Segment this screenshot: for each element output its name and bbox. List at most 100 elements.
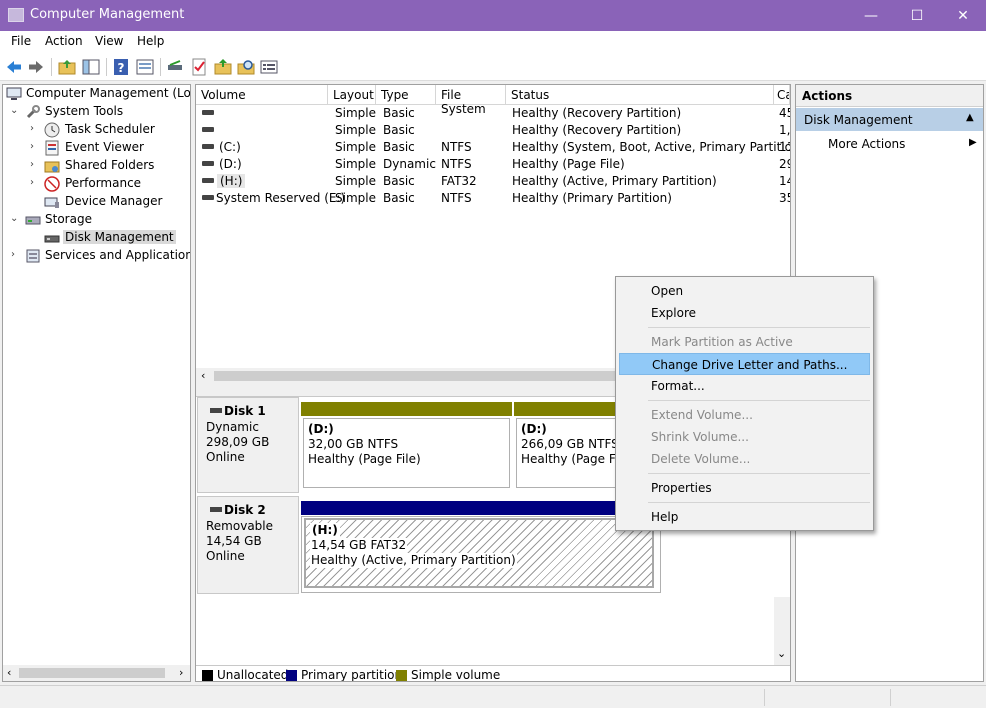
menu-item-open[interactable]: Open bbox=[619, 280, 870, 302]
volume-capacity: 1,0 bbox=[779, 123, 791, 137]
partition-d-32gb[interactable]: (D:) 32,00 GB NTFS Healthy (Page File) bbox=[303, 418, 510, 488]
tree-item-event-viewer[interactable]: › Event Viewer bbox=[3, 139, 190, 157]
connect-icon[interactable] bbox=[166, 58, 184, 76]
tree-item-performance[interactable]: › Performance bbox=[3, 175, 190, 193]
volume-row[interactable]: Simple Basic Healthy (Recovery Partition… bbox=[196, 105, 790, 122]
collapse-icon[interactable]: ▲ bbox=[966, 112, 974, 123]
menu-action[interactable]: Action bbox=[45, 34, 83, 48]
volume-row[interactable]: Simple Basic Healthy (Recovery Partition… bbox=[196, 122, 790, 139]
menu-item-explore[interactable]: Explore bbox=[619, 302, 870, 324]
properties-icon[interactable] bbox=[136, 58, 154, 76]
chevron-right-icon[interactable]: › bbox=[30, 141, 40, 152]
chevron-right-icon[interactable]: › bbox=[30, 159, 40, 170]
scrollbar-thumb[interactable] bbox=[214, 371, 634, 381]
volume-status: Healthy (Recovery Partition) bbox=[512, 123, 682, 137]
menu-view[interactable]: View bbox=[95, 34, 123, 48]
show-hide-tree-icon[interactable] bbox=[82, 58, 100, 76]
disk-management-icon bbox=[44, 235, 60, 243]
column-header-status[interactable]: Status bbox=[506, 85, 774, 105]
tree-item-label: Device Manager bbox=[65, 194, 163, 208]
scroll-left-icon[interactable]: ‹ bbox=[201, 369, 205, 382]
tree-item-device-manager[interactable]: Device Manager bbox=[3, 193, 190, 211]
context-menu: Open Explore Mark Partition as Active Ch… bbox=[615, 276, 874, 531]
column-header-type[interactable]: Type bbox=[376, 85, 436, 105]
volume-row[interactable]: (D:) Simple Dynamic NTFS Healthy (Page F… bbox=[196, 156, 790, 173]
volume-row[interactable]: (H:) Simple Basic FAT32 Healthy (Active,… bbox=[196, 173, 790, 190]
menu-file[interactable]: File bbox=[11, 34, 31, 48]
forward-arrow-icon[interactable] bbox=[27, 58, 45, 76]
disk-name: Disk 2 bbox=[224, 503, 266, 517]
status-bar bbox=[0, 685, 986, 708]
maximize-button[interactable]: ☐ bbox=[894, 0, 940, 31]
chevron-right-icon[interactable]: › bbox=[11, 249, 21, 260]
back-arrow-icon[interactable] bbox=[5, 58, 23, 76]
chevron-right-icon[interactable]: › bbox=[30, 123, 40, 134]
partition-h-selected[interactable]: (H:) 14,54 GB FAT32 Healthy (Active, Pri… bbox=[304, 518, 654, 588]
disk-2-header[interactable]: Disk 2 Removable 14,54 GB Online bbox=[197, 496, 299, 594]
scroll-down-icon[interactable]: ⌄ bbox=[777, 647, 786, 660]
window-title: Computer Management bbox=[30, 7, 185, 22]
tree-item-shared-folders[interactable]: › Shared Folders bbox=[3, 157, 190, 175]
disk-state: Online bbox=[206, 450, 245, 464]
partition-d-266gb[interactable]: (D:) 266,09 GB NTFS Healthy (Page File bbox=[516, 418, 622, 488]
simple-volume-bar bbox=[514, 402, 624, 416]
folder-up-icon[interactable] bbox=[214, 58, 232, 76]
volume-row[interactable]: System Reserved (E:) Simple Basic NTFS H… bbox=[196, 190, 790, 207]
chevron-right-icon[interactable]: › bbox=[30, 177, 40, 188]
chevron-down-icon[interactable]: ⌄ bbox=[10, 105, 20, 116]
disk-kind: Removable bbox=[206, 519, 274, 533]
volume-capacity: 14 bbox=[779, 174, 790, 188]
volume-file-system: NTFS bbox=[441, 157, 472, 171]
legend-simple-volume: Simple volume bbox=[411, 668, 501, 682]
primary-partition-swatch bbox=[286, 670, 297, 681]
volume-capacity: 35 bbox=[779, 191, 790, 205]
menu-item-shrink-volume: Shrink Volume... bbox=[651, 430, 749, 444]
tree-item-label: Task Scheduler bbox=[65, 122, 155, 136]
menu-item-change-drive-letter[interactable]: Change Drive Letter and Paths... bbox=[619, 353, 870, 375]
volume-row[interactable]: (C:) Simple Basic NTFS Healthy (System, … bbox=[196, 139, 790, 156]
actions-section-label: Disk Management bbox=[804, 113, 913, 127]
partition-size: 14,54 GB FAT32 bbox=[310, 538, 408, 553]
more-actions-item[interactable]: More Actions ▶ bbox=[796, 133, 983, 155]
services-icon bbox=[26, 249, 40, 263]
scroll-right-icon[interactable]: › bbox=[179, 666, 183, 679]
menu-item-help[interactable]: Help bbox=[619, 506, 870, 528]
drive-icon bbox=[202, 178, 214, 183]
tree-item-computer-management[interactable]: Computer Management (Local bbox=[3, 85, 190, 103]
actions-section-disk-management[interactable]: Disk Management ▲ bbox=[796, 108, 983, 131]
close-button[interactable]: ✕ bbox=[940, 0, 986, 31]
up-folder-icon[interactable] bbox=[58, 58, 76, 76]
scrollbar-thumb[interactable] bbox=[19, 668, 165, 678]
menu-help[interactable]: Help bbox=[137, 34, 164, 48]
volume-type: Basic bbox=[383, 123, 415, 137]
disk-1-header[interactable]: Disk 1 Dynamic 298,09 GB Online bbox=[197, 397, 299, 493]
scroll-left-icon[interactable]: ‹ bbox=[7, 666, 11, 679]
menu-item-properties[interactable]: Properties bbox=[619, 477, 870, 499]
tree-item-storage[interactable]: ⌄ Storage bbox=[3, 211, 190, 229]
checklist-icon[interactable] bbox=[190, 58, 208, 76]
tree-item-system-tools[interactable]: ⌄ System Tools bbox=[3, 103, 190, 121]
legend-unallocated: Unallocated bbox=[217, 668, 289, 682]
tree-item-disk-management[interactable]: Disk Management bbox=[3, 229, 190, 247]
search-folder-icon[interactable] bbox=[237, 58, 255, 76]
tree-item-task-scheduler[interactable]: › Task Scheduler bbox=[3, 121, 190, 139]
column-header-volume[interactable]: Volume bbox=[196, 85, 328, 105]
menu-separator bbox=[648, 327, 870, 328]
disk-name: Disk 1 bbox=[224, 404, 266, 418]
tree-horizontal-scrollbar[interactable]: ‹ › bbox=[3, 665, 190, 681]
legend-primary-partition: Primary partition bbox=[301, 668, 403, 682]
chevron-down-icon[interactable]: ⌄ bbox=[10, 213, 20, 224]
column-header-capacity[interactable]: Ca bbox=[774, 85, 790, 105]
minimize-button[interactable]: — bbox=[848, 0, 894, 31]
menu-separator bbox=[648, 400, 870, 401]
menu-item-format[interactable]: Format... bbox=[619, 375, 870, 397]
column-header-file-system[interactable]: File System bbox=[436, 85, 506, 116]
graph-vertical-scrollbar[interactable]: ⌄ bbox=[774, 597, 790, 665]
tree-item-services-and-applications[interactable]: › Services and Applications bbox=[3, 247, 190, 265]
volume-capacity: 29 bbox=[779, 157, 790, 171]
legend: Unallocated Primary partition Simple vol… bbox=[196, 665, 790, 682]
help-icon[interactable]: ? bbox=[112, 58, 130, 76]
list-icon[interactable] bbox=[260, 58, 278, 76]
column-header-layout[interactable]: Layout bbox=[328, 85, 376, 105]
volume-status: Healthy (Recovery Partition) bbox=[512, 106, 682, 120]
